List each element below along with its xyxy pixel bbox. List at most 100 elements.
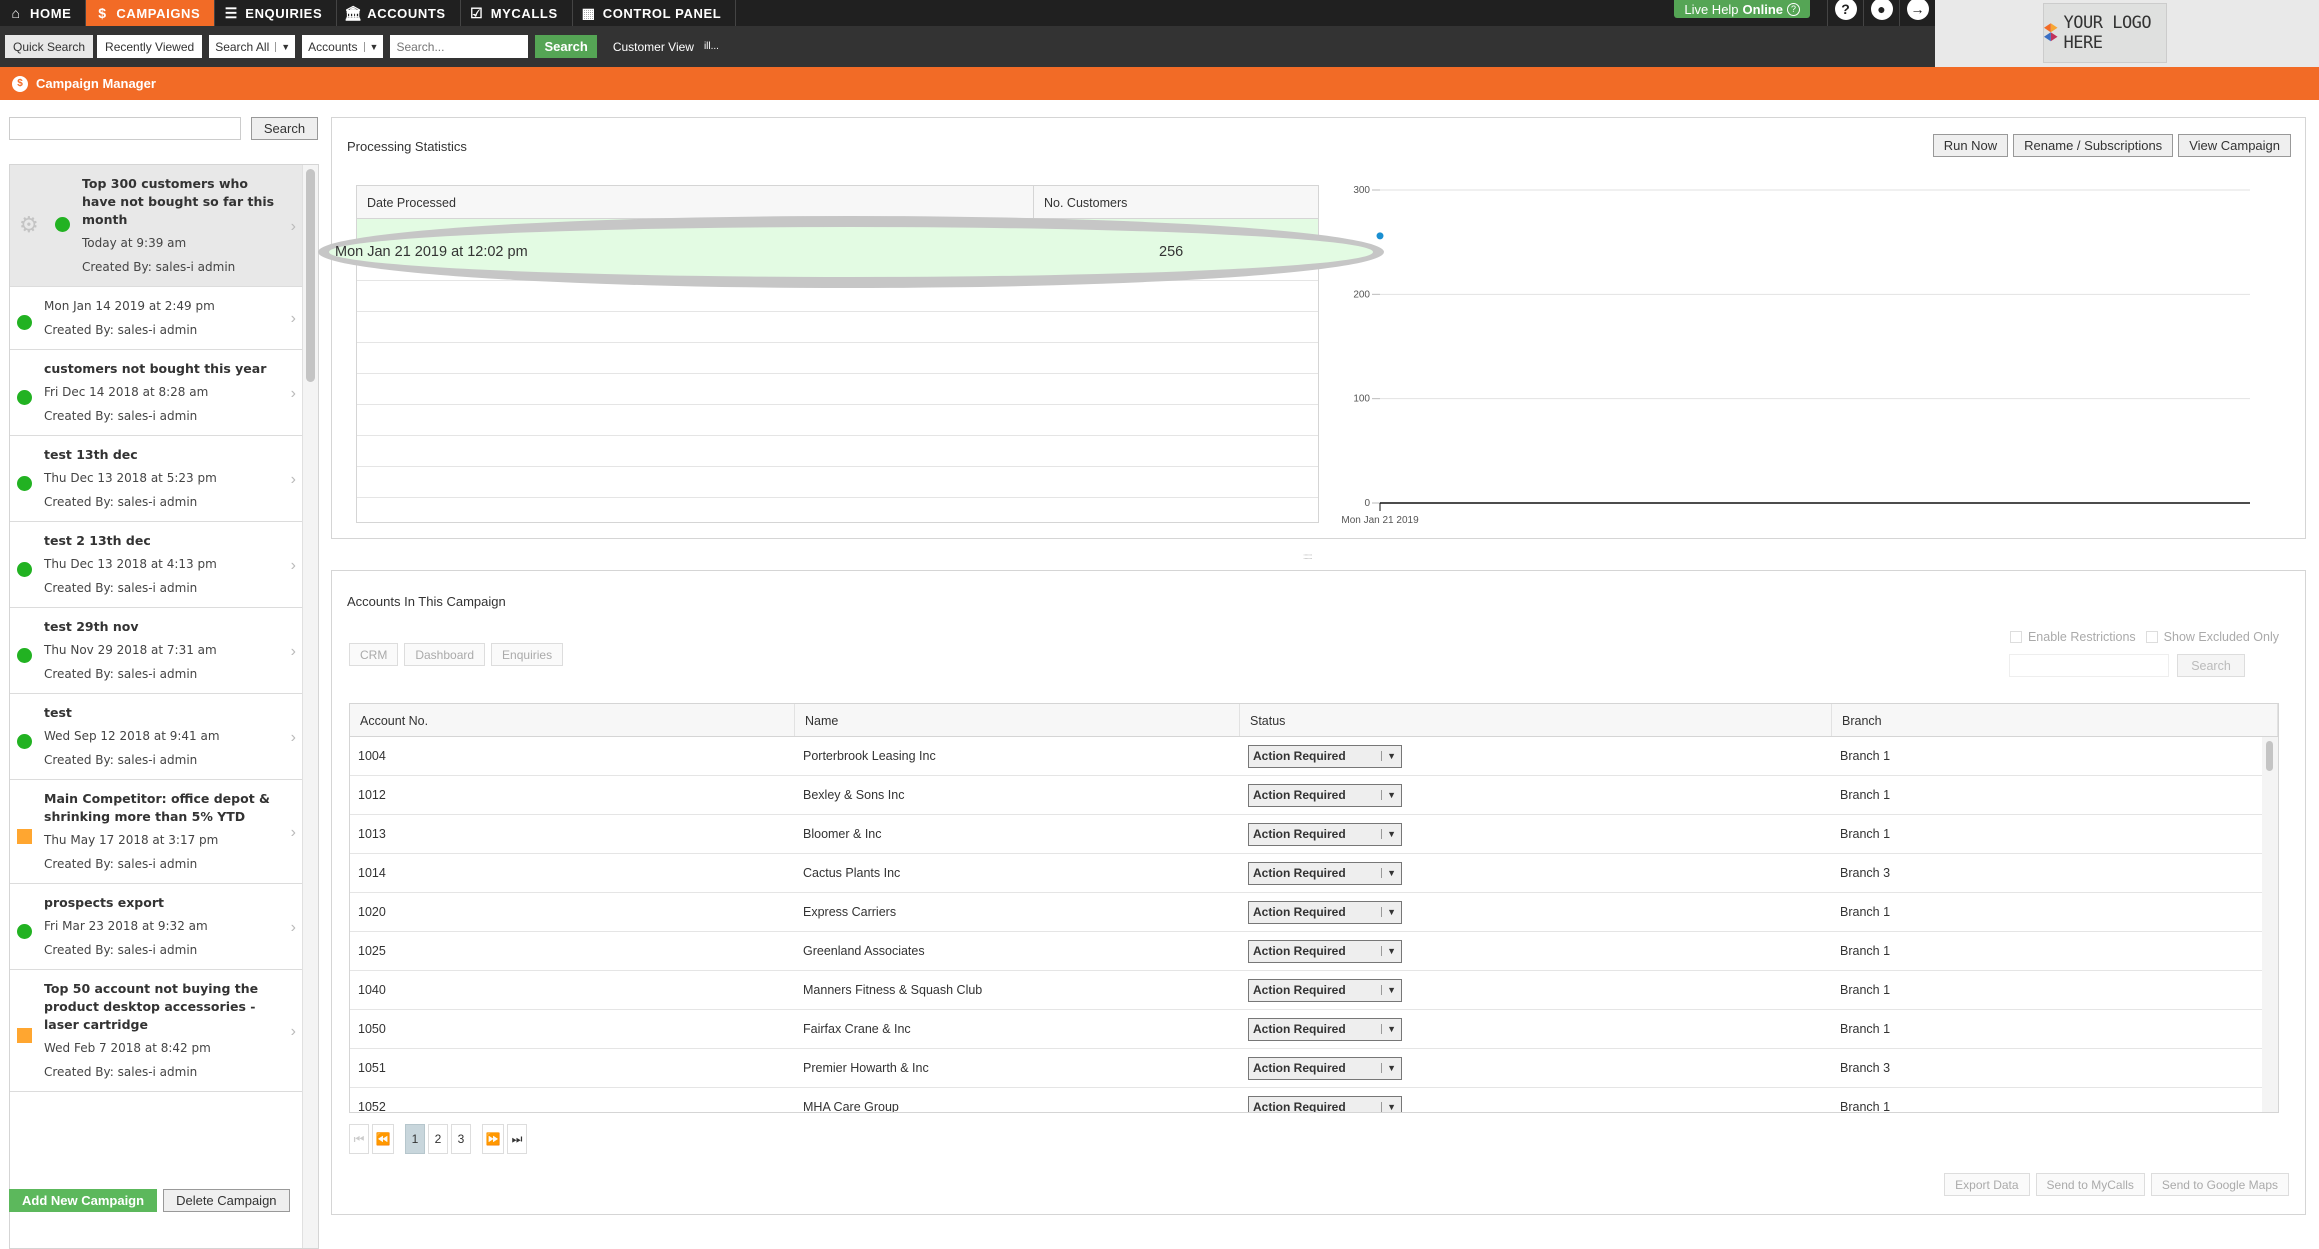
delete-campaign-button[interactable]: Delete Campaign (163, 1189, 290, 1212)
status-cell: Action Required ▼ (1240, 900, 1832, 924)
send-to-google-maps-button[interactable]: Send to Google Maps (2150, 1173, 2289, 1196)
column-branch[interactable]: Branch (1832, 704, 2278, 736)
search-type-select[interactable]: Accounts ▼ (302, 35, 384, 58)
resize-handle[interactable]: ::::::: (1303, 552, 1313, 561)
status-select[interactable]: Action Required ▼ (1248, 822, 1402, 846)
nav-home[interactable]: ⌂ HOME (0, 0, 87, 26)
search-scope-select[interactable]: Search All ▼ (209, 35, 296, 58)
user-button[interactable]: ● (1863, 0, 1899, 26)
tab-crm[interactable]: CRM (349, 643, 399, 666)
export-data-button[interactable]: Export Data (1944, 1173, 2030, 1196)
checkbox-icon (2145, 631, 2158, 643)
page-3-button[interactable]: 3 (451, 1124, 471, 1154)
page-2-button[interactable]: 2 (428, 1124, 448, 1154)
quick-search-tab[interactable]: Quick Search (5, 35, 94, 58)
chevron-right-icon: › (290, 1022, 296, 1040)
campaign-list-item[interactable]: test 13th dec Thu Dec 13 2018 at 5:23 pm C… (10, 436, 304, 522)
run-now-button[interactable]: Run Now (1932, 134, 2009, 157)
status-select[interactable]: Action Required ▼ (1248, 744, 1402, 768)
sidebar-actions: Add New Campaign Delete Campaign (9, 1189, 290, 1212)
campaign-created-by: Created By: sales-i admin (44, 495, 198, 509)
nav-accounts[interactable]: 🏛 ACCOUNTS (337, 0, 461, 26)
show-excluded-checkbox[interactable]: Show Excluded Only (2145, 630, 2279, 644)
chevron-right-icon: › (290, 556, 296, 574)
status-select[interactable]: Action Required ▼ (1248, 978, 1402, 1002)
campaign-list-item[interactable]: Top 50 account not buying the product de… (10, 970, 304, 1092)
tab-enquiries[interactable]: Enquiries (491, 643, 564, 666)
customer-view-link[interactable]: Customer View (613, 40, 694, 54)
status-green-icon (17, 923, 32, 939)
scrollbar-thumb[interactable] (306, 169, 315, 382)
campaign-list-item[interactable]: ⚙ Top 300 customers who have not bought s… (10, 165, 304, 287)
status-select[interactable]: Action Required ▼ (1248, 1056, 1402, 1080)
more-link[interactable]: ill... (704, 41, 719, 52)
campaign-title: Top 300 customers who have not bought so… (82, 176, 275, 227)
status-select[interactable]: Action Required ▼ (1248, 1095, 1402, 1112)
campaign-search-input[interactable] (9, 117, 241, 140)
campaign-list-scrollbar[interactable] (302, 165, 318, 1248)
table-row[interactable]: 1013 Bloomer & Inc Action Required ▼ Branch … (350, 815, 2278, 854)
table-row[interactable]: 1014 Cactus Plants Inc Action Required ▼ Bra… (350, 854, 2278, 893)
campaign-date: Thu Nov 29 2018 at 7:31 am (44, 643, 217, 657)
tab-dashboard[interactable]: Dashboard (404, 643, 486, 666)
recently-viewed-tab[interactable]: Recently Viewed (97, 35, 203, 58)
live-help-button[interactable]: Live Help Online ? (1674, 0, 1810, 18)
nav-control-panel[interactable]: ▦ CONTROL PANEL (573, 0, 737, 26)
scrollbar-thumb[interactable] (2266, 741, 2273, 771)
logout-button[interactable]: → (1899, 0, 1935, 26)
view-campaign-button[interactable]: View Campaign (2178, 134, 2291, 157)
status-select[interactable]: Action Required ▼ (1248, 900, 1402, 924)
nav-campaigns[interactable]: $ CAMPAIGNS (86, 0, 216, 26)
status-select[interactable]: Action Required ▼ (1248, 861, 1402, 885)
table-row[interactable]: 1051 Premier Howarth & Inc Action Required… (350, 1049, 2278, 1088)
campaign-title: test (44, 705, 72, 720)
first-page-button[interactable]: ⏮ (349, 1124, 369, 1154)
table-row[interactable]: 1025 Greenland Associates Action Required ▼… (350, 932, 2278, 971)
column-name[interactable]: Name (795, 704, 1240, 736)
table-row[interactable]: 1004 Porterbrook Leasing Inc Action Requir… (350, 737, 2278, 776)
column-account-no[interactable]: Account No. (350, 704, 795, 736)
column-status[interactable]: Status (1240, 704, 1832, 736)
add-campaign-button[interactable]: Add New Campaign (9, 1189, 158, 1212)
table-row[interactable]: 1012 Bexley & Sons Inc Action Required ▼ Bra… (350, 776, 2278, 815)
campaign-title: Main Competitor: office depot & shrinkin… (44, 791, 270, 824)
global-search-input[interactable] (390, 35, 529, 58)
table-row[interactable]: 1052 MHA Care Group Action Required ▼ Branch… (350, 1088, 2278, 1113)
table-row[interactable]: 1050 Fairfax Crane & Inc Action Required ▼ B… (350, 1010, 2278, 1049)
accounts-search-input[interactable] (2009, 654, 2169, 677)
account-name-cell: Express Carriers (803, 905, 897, 919)
next-page-button[interactable]: ⏩ (482, 1124, 504, 1154)
status-select[interactable]: Action Required ▼ (1248, 783, 1402, 807)
nav-mycalls[interactable]: ☑ MYCALLS (461, 0, 573, 26)
campaign-list-item[interactable]: test 2 13th dec Thu Dec 13 2018 at 4:13 p… (10, 522, 304, 608)
global-search-button[interactable]: Search (535, 35, 597, 58)
campaign-list-item[interactable]: prospects export Fri Mar 23 2018 at 9:32 … (10, 884, 304, 970)
campaign-search-button[interactable]: Search (251, 117, 318, 140)
rename-subscriptions-button[interactable]: Rename / Subscriptions (2013, 134, 2174, 157)
accounts-search-button[interactable]: Search (2177, 654, 2245, 677)
enable-restrictions-checkbox[interactable]: Enable Restrictions (2009, 630, 2136, 644)
page-1-button[interactable]: 1 (405, 1124, 425, 1154)
campaign-list-item[interactable]: Main Competitor: office depot & shrinkin… (10, 780, 304, 884)
prev-page-button[interactable]: ⏪ (372, 1124, 394, 1154)
campaign-list-item[interactable]: customers not bought this year Fri Dec 14… (10, 350, 304, 436)
status-select[interactable]: Action Required ▼ (1248, 1017, 1402, 1041)
table-row-empty (357, 405, 1318, 436)
restriction-options: Enable Restrictions Show Excluded Only (2009, 630, 2279, 644)
chevron-down-icon: ▼ (1381, 1063, 1401, 1073)
campaign-list-items: ⚙ Top 300 customers who have not bought s… (10, 165, 304, 1092)
y-tick-label: 0 (1364, 498, 1370, 509)
accounts-table-scrollbar[interactable] (2262, 737, 2278, 1112)
table-row[interactable]: 1040 Manners Fitness & Squash Club Action … (350, 971, 2278, 1010)
table-row[interactable]: 1020 Express Carriers Action Required ▼ Bran… (350, 893, 2278, 932)
campaign-list-item[interactable]: test Wed Sep 12 2018 at 9:41 am Created By… (10, 694, 304, 780)
send-to-mycalls-button[interactable]: Send to MyCalls (2035, 1173, 2145, 1196)
nav-enquiries[interactable]: ☰ ENQUIRIES (215, 0, 338, 26)
status-select[interactable]: Action Required ▼ (1248, 939, 1402, 963)
help-button[interactable]: ? (1827, 0, 1863, 26)
last-page-button[interactable]: ⏭ (507, 1124, 527, 1154)
campaign-list-item[interactable]: test 29th nov Thu Nov 29 2018 at 7:31 am C… (10, 608, 304, 694)
campaign-list-item[interactable]: Mon Jan 14 2019 at 2:49 pm Created By: sa… (10, 287, 304, 350)
account-name-cell: MHA Care Group (803, 1100, 899, 1113)
campaign-date: Today at 9:39 am (82, 236, 187, 250)
